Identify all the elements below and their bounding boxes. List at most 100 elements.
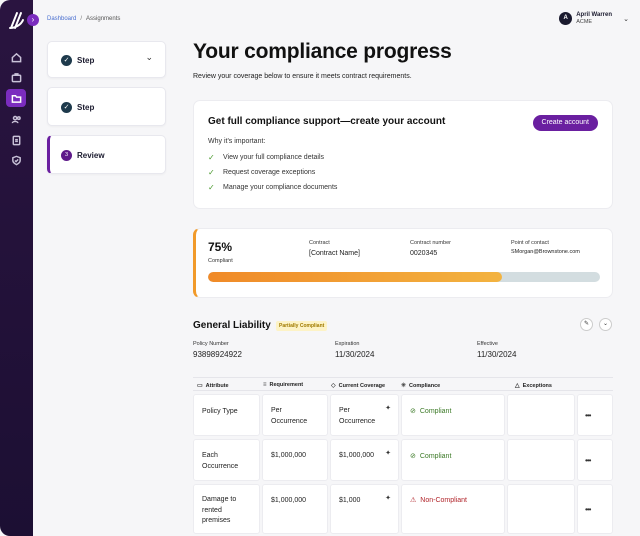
contract-label: Contract: [309, 240, 330, 246]
coverage-cell: $1,000,000: [339, 452, 375, 459]
breadcrumb-dashboard-link[interactable]: Dashboard: [47, 16, 76, 22]
cta-why-label: Why it's important:: [208, 138, 266, 145]
user-org: ACME: [576, 19, 593, 25]
cta-title: Get full compliance support—create your …: [208, 116, 446, 127]
nav-shield-icon[interactable]: [6, 151, 26, 169]
more-options-icon[interactable]: •••: [585, 505, 591, 514]
compliance-percent: 75%: [208, 240, 233, 254]
folder-icon: ▭: [197, 383, 203, 389]
requirement-cell: $1,000,000: [271, 497, 307, 504]
account-cta-card: Get full compliance support—create your …: [193, 100, 613, 209]
loader-icon: ✳: [401, 383, 407, 389]
chevron-down-icon[interactable]: ⌄: [145, 52, 153, 63]
compliance-status: ⚠ Non-Compliant: [410, 496, 467, 505]
benefit-item: ✓ Manage your compliance documents: [208, 183, 338, 192]
sparkle-icon[interactable]: ✦: [385, 404, 391, 412]
compliance-progress-card: 75% Compliant Contract [Contract Name] C…: [193, 228, 613, 298]
check-icon: ✓: [208, 183, 215, 192]
compliance-progress-fill: [208, 272, 502, 282]
step-1[interactable]: ✓ Step ⌄: [47, 41, 166, 78]
policy-number-label: Policy Number: [193, 341, 229, 347]
status-badge: Partially Compliant: [276, 321, 328, 331]
user-name: April Warren: [576, 12, 612, 18]
more-options-icon[interactable]: •••: [585, 456, 591, 465]
check-circle-icon: ⊘: [410, 408, 416, 415]
compliance-status: ⊘ Compliant: [410, 407, 452, 416]
brand-logo-icon: [9, 12, 24, 29]
column-header-compliance: ✳ Compliance: [401, 382, 441, 390]
page-title: Your compliance progress: [193, 40, 452, 63]
step-number: 3: [61, 150, 72, 161]
nav-users-icon[interactable]: [6, 110, 26, 128]
exceptions-cell: [507, 394, 575, 436]
nav-home-icon[interactable]: [6, 48, 26, 66]
warning-icon: ⚠: [410, 497, 417, 504]
step-label: Review: [77, 151, 105, 160]
step-label: Step: [77, 103, 95, 112]
requirement-cell: Per Occurrence: [271, 407, 308, 425]
sidebar: [0, 0, 33, 536]
more-options-icon[interactable]: •••: [585, 411, 591, 420]
column-header-requirement: ≡ Requirement: [263, 382, 304, 388]
avatar: A: [559, 12, 573, 25]
column-header-coverage: ◇ Current Coverage: [331, 382, 386, 390]
coverage-cell: $1,000: [339, 497, 361, 504]
attribute-cell: Policy Type: [202, 408, 238, 415]
expiration-label: Expiration: [335, 341, 360, 347]
warning-icon: △: [515, 383, 520, 389]
attribute-cell: Each Occurrence: [202, 452, 239, 470]
step-label: Step: [77, 56, 95, 65]
coverage-table-header: ▭ Attribute ≡ Requirement ◇ Current Coverag…: [193, 377, 613, 391]
table-row: Each Occurrence $1,000,000 $1,000,000 ✦ ⊘…: [193, 439, 613, 481]
check-circle-icon: ⊘: [410, 453, 416, 460]
chevron-down-icon[interactable]: ⌄: [599, 318, 612, 331]
expiration-value: 11/30/2024: [335, 350, 375, 359]
compliance-percent-label: Compliant: [208, 258, 233, 264]
column-header-exceptions: △ Exceptions: [515, 382, 552, 390]
breadcrumb: Dashboard / Assignments: [47, 16, 121, 22]
table-row: Damage to rented premises $1,000,000 $1,…: [193, 484, 613, 534]
exceptions-cell: [507, 484, 575, 534]
benefit-item: ✓ View your full compliance details: [208, 153, 325, 162]
shield-icon: ◇: [331, 383, 336, 389]
attribute-cell: Damage to rented premises: [202, 496, 237, 524]
check-icon: ✓: [208, 153, 215, 162]
column-header-attribute: ▭ Attribute: [197, 382, 229, 390]
table-row: Policy Type Per Occurrence Per Occurrenc…: [193, 394, 613, 436]
policy-number-value: 93898924922: [193, 350, 242, 359]
requirement-cell: $1,000,000: [271, 452, 307, 459]
policy-title: General Liability: [193, 320, 271, 331]
page-subtitle: Review your coverage below to ensure it …: [193, 73, 412, 80]
point-of-contact-value: SMorgan@Brownstone.com: [511, 249, 580, 255]
exceptions-cell: [507, 439, 575, 481]
compliance-progress-bar: [208, 272, 600, 282]
benefit-item: ✓ Request coverage exceptions: [208, 168, 316, 177]
effective-label: Effective: [477, 341, 498, 347]
effective-value: 11/30/2024: [477, 350, 517, 359]
edit-icon[interactable]: ✎: [580, 318, 593, 331]
list-icon: ≡: [263, 382, 267, 388]
contract-number-value: 0020345: [410, 250, 438, 257]
step-3-review[interactable]: 3 Review: [47, 135, 166, 174]
sparkle-icon[interactable]: ✦: [385, 449, 391, 457]
sparkle-icon[interactable]: ✦: [385, 494, 391, 502]
breadcrumb-current: Assignments: [86, 16, 121, 22]
create-account-button[interactable]: Create account: [532, 115, 598, 131]
point-of-contact-label: Point of contact: [511, 240, 549, 246]
compliance-status: ⊘ Compliant: [410, 452, 452, 461]
step-2[interactable]: ✓ Step: [47, 87, 166, 126]
chevron-down-icon[interactable]: ⌄: [623, 15, 629, 23]
nav-documents-icon[interactable]: [6, 131, 26, 149]
app-frame: › Dashboard / Assignments A April Warren A…: [0, 0, 640, 536]
check-circle-icon: ✓: [61, 55, 72, 66]
contract-value: [Contract Name]: [309, 250, 360, 257]
check-icon: ✓: [208, 168, 215, 177]
nav-folder-icon[interactable]: [6, 89, 26, 107]
user-menu[interactable]: A April Warren ACME: [559, 12, 612, 25]
coverage-cell: Per Occurrence: [339, 407, 376, 425]
check-circle-icon: ✓: [61, 102, 72, 113]
nav-briefcase-icon[interactable]: [6, 68, 26, 86]
contract-number-label: Contract number: [410, 240, 451, 246]
top-bar: Dashboard / Assignments A April Warren ACM…: [33, 0, 640, 36]
sidebar-expand-button[interactable]: ›: [27, 14, 39, 26]
